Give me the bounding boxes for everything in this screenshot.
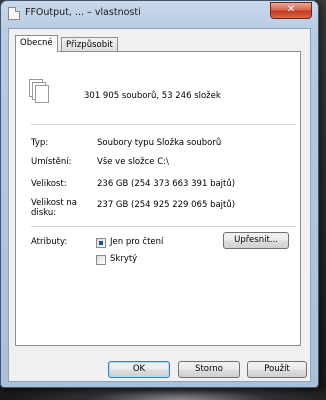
window-title: FFOutput, ... – vlastnosti — [25, 7, 141, 18]
title-bar[interactable]: FFOutput, ... – vlastnosti ✕ — [1, 1, 318, 27]
ok-button[interactable]: OK — [108, 361, 170, 378]
hidden-label[interactable]: Skrytý — [110, 254, 137, 264]
read-only-checkbox[interactable] — [96, 238, 106, 248]
advanced-button[interactable]: Upřesnit... — [223, 232, 289, 249]
apply-button[interactable]: Použít — [247, 361, 307, 378]
type-label: Typ: — [31, 138, 49, 148]
properties-dialog: FFOutput, ... – vlastnosti ✕ Obecné Přiz… — [0, 0, 319, 388]
folder-properties-icon — [8, 7, 20, 20]
read-only-label[interactable]: Jen pro čtení — [110, 237, 163, 247]
size-label: Velikost: — [31, 179, 67, 189]
tab-customize[interactable]: Přizpůsobit — [61, 37, 118, 52]
cancel-button[interactable]: Storno — [178, 361, 240, 378]
general-tab-panel: 301 905 souborů, 53 246 složek Typ: Soub… — [15, 51, 301, 346]
attributes-label: Atributy: — [31, 237, 68, 247]
divider — [31, 226, 296, 227]
close-button[interactable]: ✕ — [270, 2, 312, 19]
type-value: Soubory typu Složka souborů — [97, 138, 222, 148]
location-label: Umístění: — [31, 157, 72, 167]
divider — [31, 124, 296, 125]
tab-general[interactable]: Obecné — [15, 35, 58, 52]
hidden-checkbox[interactable] — [96, 255, 106, 265]
size-on-disk-label: Velikost na disku: — [31, 198, 77, 218]
multiple-files-icon — [29, 79, 51, 105]
location-value: Vše ve složce C:\ — [97, 157, 169, 167]
size-on-disk-value: 237 GB (254 925 229 065 bajtů) — [97, 200, 236, 210]
dialog-body: Obecné Přizpůsobit 301 905 souborů, 53 2… — [8, 28, 311, 382]
size-value: 236 GB (254 373 663 391 bajtů) — [97, 179, 236, 189]
item-count: 301 905 souborů, 53 246 složek — [84, 91, 221, 101]
